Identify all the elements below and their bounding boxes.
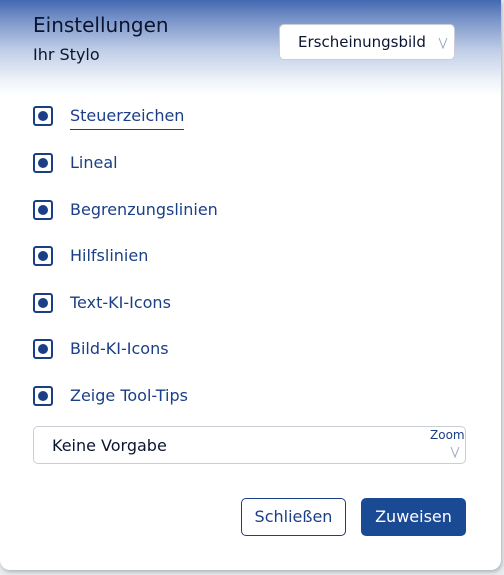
option-bild-ki-icons[interactable]: Bild-KI-Icons <box>33 339 333 363</box>
chevron-down-icon <box>450 446 460 458</box>
dialog-subtitle: Ihr Stylo <box>33 45 100 64</box>
option-text-ki-icons[interactable]: Text-KI-Icons <box>33 293 333 317</box>
option-label: Lineal <box>70 153 118 172</box>
option-steuerzeichen[interactable]: Steuerzeichen <box>33 106 333 130</box>
option-begrenzungslinien[interactable]: Begrenzungslinien <box>33 200 333 224</box>
zoom-label: Zoom <box>430 428 465 442</box>
zoom-dropdown[interactable]: Zoom Keine Vorgabe <box>33 426 466 464</box>
close-button[interactable]: Schließen <box>241 498 346 536</box>
option-zeige-tool-tips[interactable]: Zeige Tool-Tips <box>33 386 333 410</box>
option-label: Text-KI-Icons <box>70 293 171 312</box>
dialog-title: Einstellungen <box>33 13 169 37</box>
apply-button[interactable]: Zuweisen <box>361 498 466 536</box>
option-hilfslinien[interactable]: Hilfslinien <box>33 246 333 270</box>
radio-indicator[interactable] <box>33 106 53 126</box>
chevron-down-icon <box>438 37 448 49</box>
option-label: Steuerzeichen <box>70 106 185 130</box>
settings-dialog: Einstellungen Ihr Stylo Erscheinungsbild… <box>0 0 501 570</box>
radio-indicator[interactable] <box>33 200 53 220</box>
option-label: Bild-KI-Icons <box>70 339 169 358</box>
option-label: Zeige Tool-Tips <box>70 386 188 405</box>
radio-indicator[interactable] <box>33 153 53 173</box>
radio-indicator[interactable] <box>33 386 53 406</box>
option-lineal[interactable]: Lineal <box>33 153 333 177</box>
option-label: Begrenzungslinien <box>70 200 218 219</box>
radio-indicator[interactable] <box>33 246 53 266</box>
zoom-dropdown-value: Keine Vorgabe <box>52 436 167 455</box>
appearance-dropdown[interactable]: Erscheinungsbild <box>279 24 455 60</box>
option-label: Hilfslinien <box>70 246 149 265</box>
appearance-dropdown-value: Erscheinungsbild <box>298 33 426 51</box>
radio-indicator[interactable] <box>33 339 53 359</box>
radio-indicator[interactable] <box>33 293 53 313</box>
